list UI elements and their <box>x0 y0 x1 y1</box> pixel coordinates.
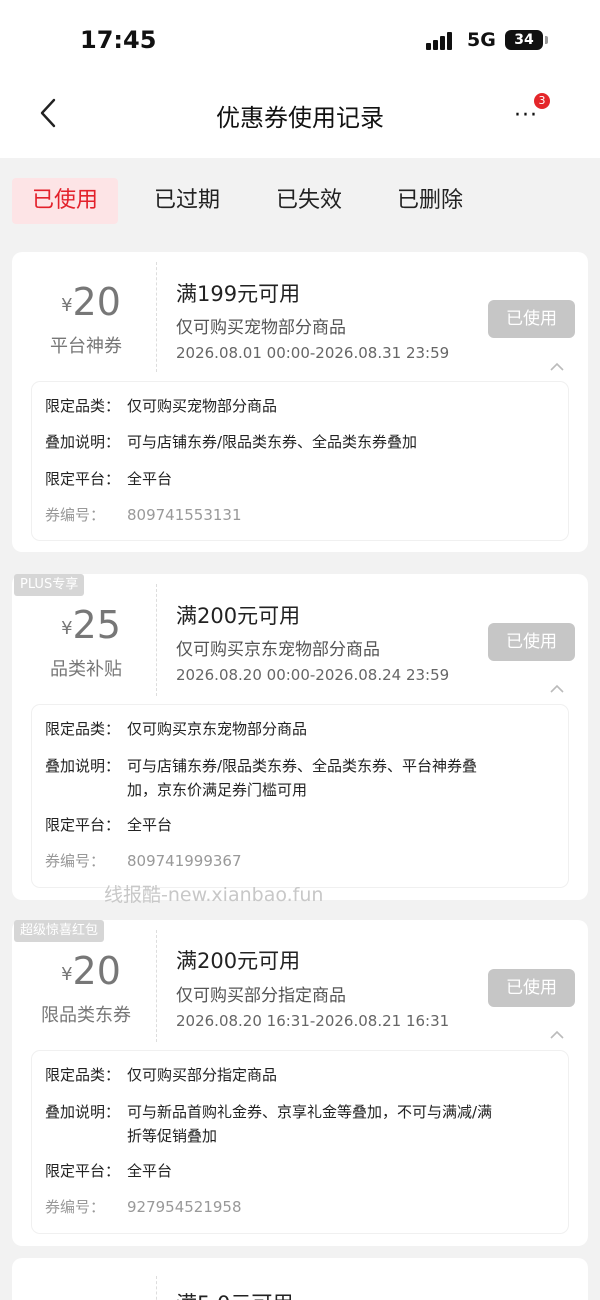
status-time: 17:45 <box>80 26 157 54</box>
amount-value: 20 <box>72 280 121 324</box>
currency-symbol: ¥ <box>61 295 73 316</box>
battery-level: 34 <box>514 32 534 48</box>
tab-deleted[interactable]: 已删除 <box>377 178 483 224</box>
detail-category: 限定品类： 仅可购买宠物部分商品 <box>45 397 278 415</box>
coupon-type-label: 限品类东券 <box>41 1005 131 1026</box>
detail-category: 限定品类： 仅可购买京东宠物部分商品 <box>45 720 308 738</box>
coupon-tag: PLUS专享 <box>14 574 85 596</box>
detail-platform: 限定平台： 全平台 <box>45 1162 173 1180</box>
coupon-divider <box>156 930 157 1042</box>
battery-icon: 34 <box>505 30 548 50</box>
signal-icon <box>426 32 458 50</box>
detail-stacking: 叠加说明： 可与店铺东券/限品类东券、全品类东券叠加 <box>45 433 418 451</box>
coupon-card-partial[interactable]: 满5.0元可用 <box>12 1258 588 1300</box>
currency-symbol: ¥ <box>61 964 73 985</box>
coupon-period: 2026.08.01 00:00-2026.08.31 23:59 <box>176 344 450 362</box>
currency-symbol: ¥ <box>61 618 73 639</box>
tab-used[interactable]: 已使用 <box>12 178 118 224</box>
chevron-up-icon[interactable] <box>549 684 565 694</box>
detail-stacking: 叠加说明： 可与新品首购礼金券、京享礼金等叠加，不可与满减/满 折等促销叠加 <box>45 1103 493 1145</box>
coupon-scope: 仅可购买京东宠物部分商品 <box>176 640 380 660</box>
coupon-tag: 超级惊喜红包 <box>14 920 105 942</box>
detail-coupon-code: 券编号： 927954521958 <box>45 1198 242 1216</box>
coupon-details: 限定品类： 仅可购买宠物部分商品 叠加说明： 可与店铺东券/限品类东券、全品类东券叠… <box>32 382 568 540</box>
page-title: 优惠券使用记录 <box>216 104 384 132</box>
used-status-button[interactable]: 已使用 <box>488 969 575 1007</box>
coupon-scope: 仅可购买宠物部分商品 <box>176 318 346 338</box>
coupon-condition: 满5.0元可用 <box>176 1288 293 1300</box>
coupon-condition: 满200元可用 <box>176 604 301 628</box>
coupon-condition: 满199元可用 <box>176 282 301 306</box>
coupon-details: 限定品类： 仅可购买京东宠物部分商品 叠加说明： 可与店铺东券/限品类东券、全品类东… <box>32 705 568 887</box>
tab-expired[interactable]: 已过期 <box>134 178 240 224</box>
coupon-condition: 满200元可用 <box>176 949 301 973</box>
chevron-up-icon[interactable] <box>549 1030 565 1040</box>
coupon-amount: ¥25 <box>32 603 150 647</box>
coupon-type-label: 品类补贴 <box>50 659 122 680</box>
chevron-up-icon[interactable] <box>549 362 565 372</box>
coupon-divider <box>156 584 157 696</box>
status-tabs: 已使用 已过期 已失效 已删除 <box>0 158 600 244</box>
coupon-card[interactable]: 超级惊喜红包 ¥20 限品类东券 满200元可用 仅可购买部分指定商品 2026… <box>12 920 588 1246</box>
coupon-divider <box>156 1276 157 1300</box>
coupon-type-label: 平台神券 <box>50 336 122 357</box>
detail-stacking: 叠加说明： 可与店铺东券/限品类东券、全品类东券、平台神券叠 加，京东价满足券门槛可… <box>45 757 478 799</box>
detail-coupon-code: 券编号： 809741553131 <box>45 506 242 524</box>
coupon-details: 限定品类： 仅可购买部分指定商品 叠加说明： 可与新品首购礼金券、京享礼金等叠加，不… <box>32 1051 568 1233</box>
coupon-amount: ¥20 <box>32 280 150 324</box>
coupon-card[interactable]: ¥20 平台神券 满199元可用 仅可购买宠物部分商品 2026.08.01 0… <box>12 252 588 552</box>
coupon-scope: 仅可购买部分指定商品 <box>176 986 346 1006</box>
coupon-divider <box>156 262 157 372</box>
detail-coupon-code: 券编号： 809741999367 <box>45 852 242 870</box>
status-bar: 17:45 5G 34 <box>0 0 600 78</box>
watermark-text: 线报酷-new.xianbao.fun <box>104 884 324 906</box>
nav-bar: 优惠券使用记录 ··· 3 <box>0 78 600 158</box>
network-label: 5G <box>467 29 496 51</box>
coupon-amount: ¥20 <box>32 949 150 993</box>
coupon-card[interactable]: PLUS专享 ¥25 品类补贴 满200元可用 仅可购买京东宠物部分商品 202… <box>12 574 588 900</box>
used-status-button[interactable]: 已使用 <box>488 300 575 338</box>
detail-platform: 限定平台： 全平台 <box>45 816 173 834</box>
detail-platform: 限定平台： 全平台 <box>45 470 173 488</box>
notification-badge: 3 <box>534 93 550 109</box>
tab-invalid[interactable]: 已失效 <box>256 178 362 224</box>
coupon-period: 2026.08.20 00:00-2026.08.24 23:59 <box>176 666 450 684</box>
amount-value: 25 <box>72 603 121 647</box>
detail-category: 限定品类： 仅可购买部分指定商品 <box>45 1066 278 1084</box>
used-status-button[interactable]: 已使用 <box>488 623 575 661</box>
coupon-period: 2026.08.20 16:31-2026.08.21 16:31 <box>176 1012 450 1030</box>
amount-value: 20 <box>72 949 121 993</box>
